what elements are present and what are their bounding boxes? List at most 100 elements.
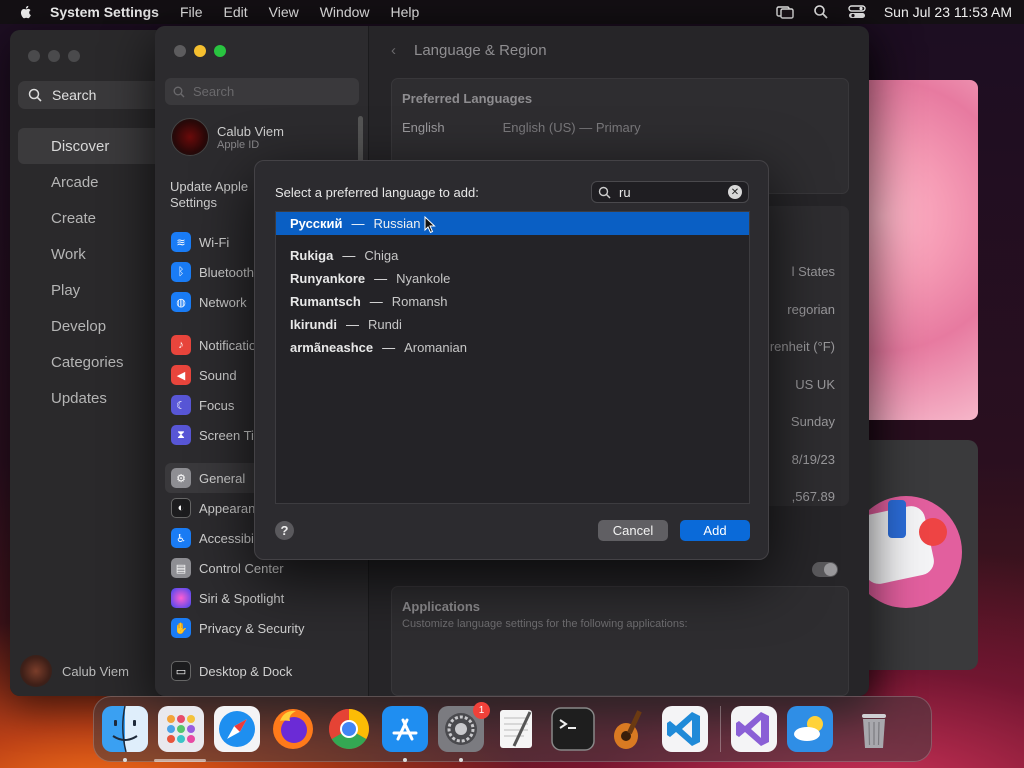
app-store-zoom-button[interactable] [68, 50, 80, 62]
applications-title: Applications [402, 599, 481, 614]
language-list[interactable]: Русский — Russian Rukiga — Chiga Runyank… [275, 211, 750, 504]
sidebar-item-siri[interactable]: Siri & Spotlight [165, 583, 359, 613]
app-store-nav-updates[interactable]: Updates [18, 380, 168, 416]
trash-icon[interactable] [851, 706, 897, 752]
preferred-languages-title: Preferred Languages [402, 91, 533, 106]
sidebar-item-network[interactable]: ◍ Network [165, 287, 254, 317]
list-item[interactable]: Runyankore — Nyankole [276, 267, 749, 290]
chrome-icon[interactable] [326, 706, 372, 752]
sidebar-group-network: ≋ Wi-Fi ᛒ Bluetooth ◍ Network [165, 227, 254, 317]
running-indicator [459, 758, 463, 762]
menu-help[interactable]: Help [391, 4, 420, 20]
menu-view[interactable]: View [269, 4, 299, 20]
control-center-icon[interactable] [848, 4, 866, 20]
app-store-close-button[interactable] [28, 50, 40, 62]
sidebar-item-label: Wi-Fi [199, 234, 230, 250]
gear-icon: ⚙ [171, 468, 191, 488]
language-native-name: Ikirundi [290, 317, 337, 332]
app-store-nav-develop[interactable]: Develop [18, 308, 168, 344]
separator: — [351, 216, 365, 231]
terminal-icon[interactable] [550, 706, 596, 752]
finder-icon[interactable] [102, 705, 148, 762]
app-store-nav-categories[interactable]: Categories [18, 344, 168, 380]
wifi-icon: ≋ [171, 232, 191, 252]
separator: — [345, 317, 359, 332]
settings-user-name: Calub Viem [217, 123, 284, 139]
weather-icon[interactable] [787, 706, 833, 752]
sidebar-item-desktop-dock[interactable]: ▭ Desktop & Dock [165, 656, 292, 686]
apple-id-row[interactable]: Calub Viem Apple ID [171, 118, 284, 156]
menu-clock[interactable]: Sun Jul 23 11:53 AM [884, 4, 1012, 20]
vscode-icon[interactable] [662, 706, 708, 752]
launchpad-icon[interactable] [158, 706, 204, 752]
page-title: Language & Region [414, 42, 547, 59]
firefox-icon[interactable] [270, 706, 316, 752]
app-store-nav-arcade[interactable]: Arcade [18, 164, 168, 200]
featured-app-card-2[interactable] [850, 440, 978, 670]
zoom-button[interactable] [214, 45, 226, 57]
sidebar-scrollbar[interactable] [358, 116, 363, 166]
textedit-icon[interactable] [494, 706, 540, 752]
app-store-nav-play[interactable]: Play [18, 272, 168, 308]
language-row[interactable]: English English (US) — Primary [392, 106, 848, 135]
list-item[interactable]: Rumantsch — Romansh [276, 290, 749, 313]
menu-edit[interactable]: Edit [224, 4, 248, 20]
sidebar-item-privacy[interactable]: ✋ Privacy & Security [165, 613, 359, 643]
app-store-nav-work[interactable]: Work [18, 236, 168, 272]
add-button[interactable]: Add [680, 520, 750, 541]
apple-icon[interactable] [18, 4, 34, 20]
close-button[interactable] [174, 45, 186, 57]
settings-user-sub: Apple ID [217, 138, 260, 151]
visual-studio-icon[interactable] [731, 706, 777, 752]
app-store-nav-discover[interactable]: Discover [18, 128, 168, 164]
app-store-traffic-lights [28, 50, 80, 62]
language-search-input[interactable]: ru ✕ [591, 181, 749, 203]
language-name: English [402, 120, 445, 135]
list-item[interactable]: Русский — Russian [276, 212, 749, 235]
separator: — [382, 340, 396, 355]
dock-icon: ▭ [171, 661, 191, 681]
menu-app-name[interactable]: System Settings [50, 4, 159, 20]
dock-scroll-indicator [154, 759, 206, 762]
app-store-icon[interactable] [382, 706, 428, 762]
featured-app-card[interactable] [858, 80, 978, 420]
search-icon [28, 88, 42, 102]
running-indicator [403, 758, 407, 762]
settings-search-input[interactable]: Search [165, 78, 359, 105]
control-center-icon: ▤ [171, 558, 191, 578]
language-native-name: Русский [290, 216, 343, 231]
sidebar-item-bluetooth[interactable]: ᛒ Bluetooth [165, 257, 254, 287]
language-native-name: Runyankore [290, 271, 366, 286]
update-apple-settings[interactable]: Update Apple Settings [170, 179, 260, 211]
notification-badge: 1 [473, 702, 490, 719]
list-item[interactable]: Ikirundi — Rundi [276, 313, 749, 336]
clear-search-icon[interactable]: ✕ [728, 185, 742, 199]
safari-icon[interactable] [214, 706, 260, 752]
live-text-toggle[interactable] [812, 562, 838, 577]
app-store-nav-create[interactable]: Create [18, 200, 168, 236]
avatar [20, 655, 52, 687]
language-native-name: Rumantsch [290, 294, 361, 309]
sidebar-item-label: Network [199, 294, 247, 310]
system-settings-icon[interactable]: 1 [438, 702, 490, 762]
screen-mirroring-icon[interactable] [776, 4, 794, 20]
app-store-minimize-button[interactable] [48, 50, 60, 62]
app-store-account[interactable]: Calub Viem [20, 655, 129, 687]
app-store-search-label: Search [52, 87, 97, 103]
garageband-icon[interactable] [606, 706, 652, 752]
menu-file[interactable]: File [180, 4, 203, 20]
dock-separator [720, 706, 721, 752]
list-item[interactable]: armãneashce — Aromanian [276, 336, 749, 359]
sidebar-item-wifi[interactable]: ≋ Wi-Fi [165, 227, 254, 257]
list-item[interactable]: Rukiga — Chiga [276, 244, 749, 267]
accessibility-icon: ♿ [171, 528, 191, 548]
cancel-button[interactable]: Cancel [598, 520, 668, 541]
app-store-search[interactable]: Search [18, 81, 168, 109]
menu-window[interactable]: Window [320, 4, 370, 20]
dock: 1 [93, 696, 932, 762]
spotlight-search-icon[interactable] [812, 4, 830, 20]
minimize-button[interactable] [194, 45, 206, 57]
help-button[interactable]: ? [275, 521, 294, 540]
language-english-name: Aromanian [404, 340, 467, 355]
back-chevron-icon[interactable]: ‹ [391, 42, 396, 59]
